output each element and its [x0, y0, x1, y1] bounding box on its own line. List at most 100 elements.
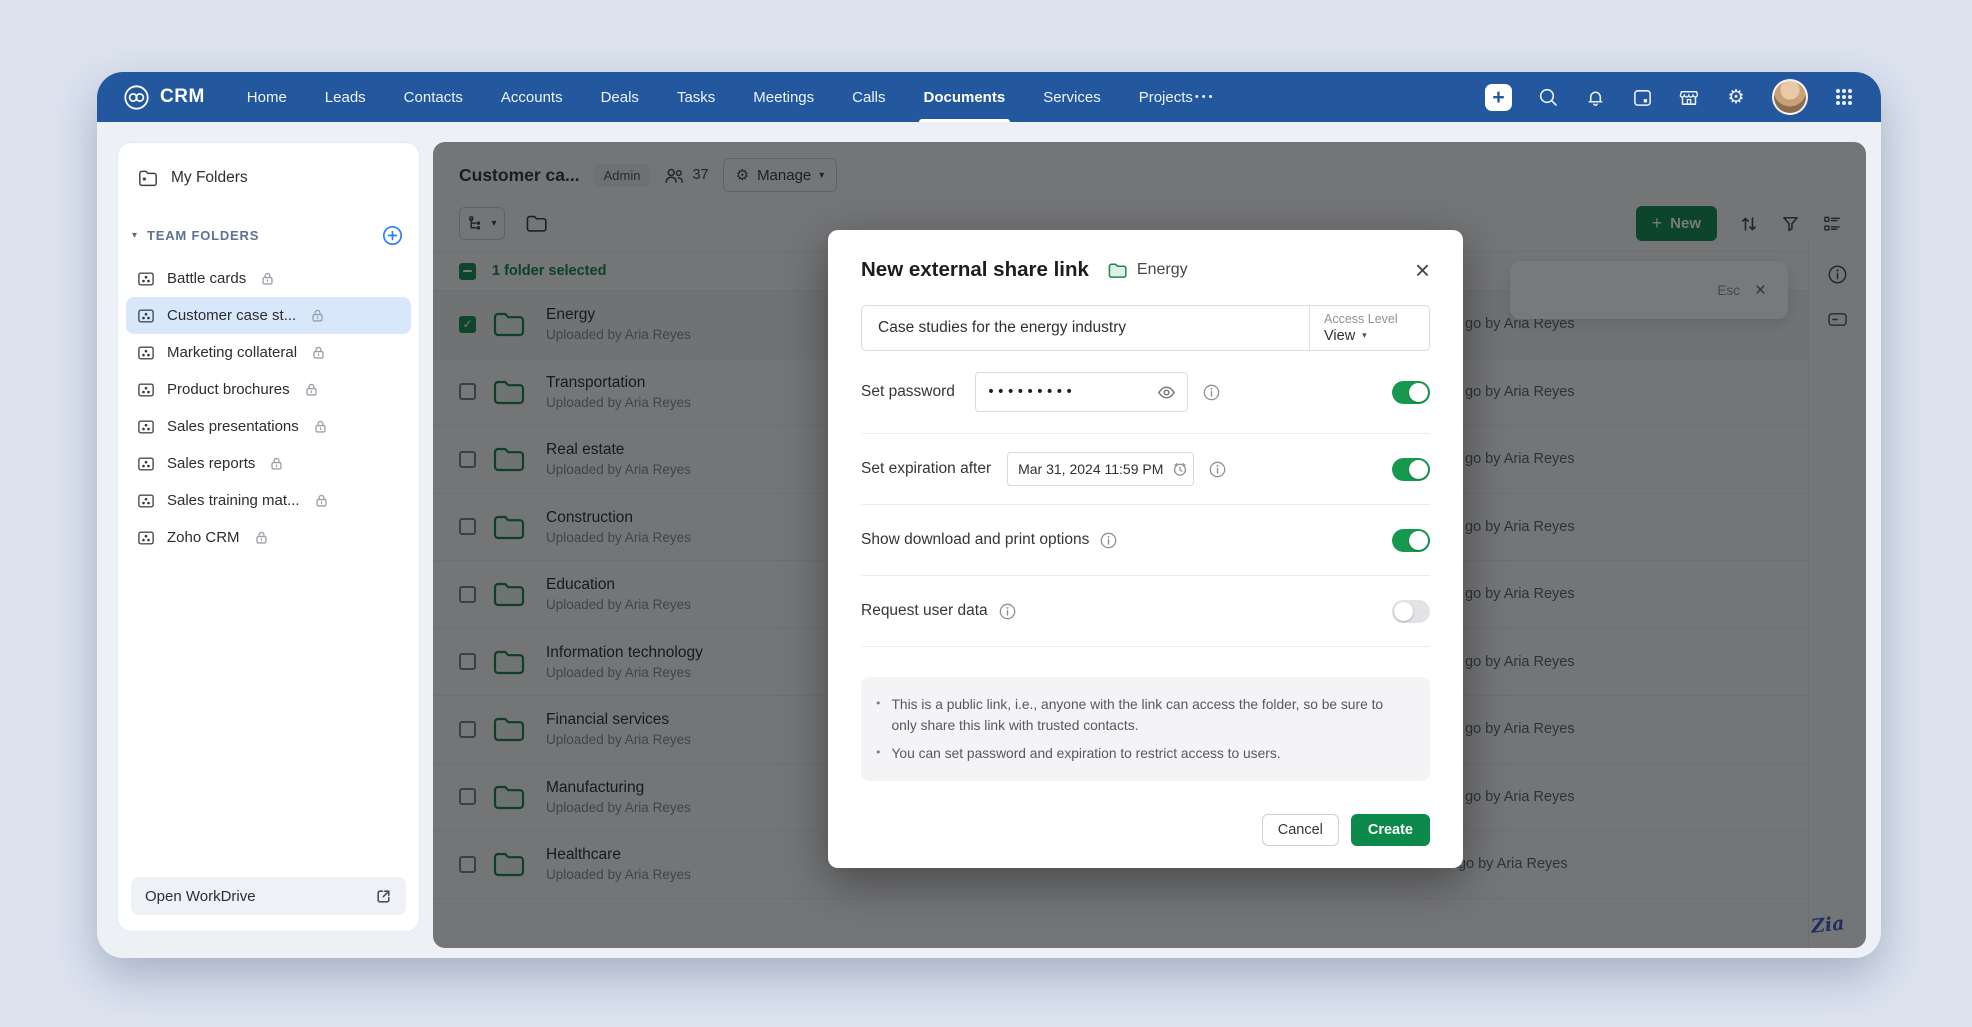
download-options-toggle[interactable]	[1392, 528, 1430, 552]
nav-item-meetings[interactable]: Meetings	[753, 72, 814, 122]
public-link-notes: • This is a public link, i.e., anyone wi…	[861, 677, 1430, 782]
nav-right-icons: + ⚙	[1485, 79, 1855, 115]
settings-gear-icon[interactable]: ⚙	[1725, 86, 1747, 108]
nav-item-contacts[interactable]: Contacts	[404, 72, 463, 122]
team-folder-icon	[138, 531, 154, 544]
request-user-data-row: Request user data	[861, 576, 1430, 647]
request-user-data-info-icon[interactable]	[999, 603, 1016, 620]
nav-item-accounts[interactable]: Accounts	[501, 72, 563, 122]
download-info-icon[interactable]	[1100, 532, 1117, 549]
set-expiration-row: Set expiration after Mar 31, 2024 11:59 …	[861, 434, 1430, 505]
nav-item-projects[interactable]: Projects	[1139, 72, 1193, 122]
sidebar-item[interactable]: Marketing collateral	[126, 334, 411, 371]
set-password-row: Set password •••••••••	[861, 351, 1430, 434]
nav-item-calls[interactable]: Calls	[852, 72, 885, 122]
nav-item-home[interactable]: Home	[247, 72, 287, 122]
top-navbar: CRM Home Leads Contacts Accounts Deals Tasks M…	[97, 72, 1881, 122]
team-folder-icon	[138, 346, 154, 359]
modal-title: New external share link	[861, 258, 1089, 281]
alarm-clock-icon	[1172, 461, 1188, 477]
sidebar-item[interactable]: Customer case st...	[126, 297, 411, 334]
password-info-icon[interactable]	[1203, 384, 1220, 401]
zoho-crm-logo: CRM	[123, 84, 205, 111]
sidebar-item[interactable]: Sales training mat...	[126, 482, 411, 519]
team-folder-icon	[138, 494, 154, 507]
notifications-bell-icon[interactable]	[1584, 86, 1606, 108]
sidebar-item[interactable]: Sales reports	[126, 445, 411, 482]
modal-footer: Cancel Create	[861, 814, 1430, 847]
password-field[interactable]: •••••••••	[974, 372, 1188, 412]
access-level-value: View	[1324, 328, 1356, 344]
screen: CRM Home Leads Contacts Accounts Deals Tasks M…	[0, 0, 1972, 1027]
quick-create-button[interactable]: +	[1485, 83, 1512, 111]
new-external-share-link-modal: New external share link Energy × Access …	[828, 230, 1463, 868]
lock-icon	[315, 494, 327, 507]
show-password-eye-icon[interactable]	[1157, 385, 1176, 400]
nav-item-tasks[interactable]: Tasks	[677, 72, 715, 122]
nav-item-services[interactable]: Services	[1043, 72, 1101, 122]
access-level-label: Access Level	[1324, 312, 1398, 326]
access-caret-icon: ▾	[1362, 331, 1367, 341]
calendar-icon[interactable]	[1631, 86, 1653, 108]
search-icon[interactable]	[1537, 86, 1559, 108]
sidebar-item-label: Sales presentations	[167, 418, 299, 435]
nav-menu: Home Leads Contacts Accounts Deals Tasks Meeti…	[247, 72, 1193, 122]
sidebar-item[interactable]: Zoho CRM	[126, 519, 411, 556]
note-text: This is a public link, i.e., anyone with…	[891, 697, 1384, 734]
open-workdrive-button[interactable]: Open WorkDrive	[131, 877, 406, 915]
lock-icon	[255, 531, 267, 544]
bullet-icon: •	[875, 745, 882, 759]
nav-item-leads[interactable]: Leads	[325, 72, 366, 122]
user-avatar[interactable]	[1772, 79, 1808, 115]
lock-icon	[305, 383, 317, 396]
external-link-icon	[375, 888, 392, 905]
nav-more-button[interactable]: •••	[1195, 91, 1216, 103]
sidebar-item-label: Product brochures	[167, 381, 290, 398]
folder-icon	[1108, 263, 1127, 278]
app-grid-icon[interactable]	[1833, 86, 1855, 108]
folders-sidebar: My Folders ▾ TEAM FOLDERS Battle cards Cu…	[117, 142, 420, 932]
zoho-logo-icon	[124, 84, 149, 110]
team-folder-icon	[138, 272, 154, 285]
marketplace-icon[interactable]	[1678, 86, 1700, 108]
access-level-dropdown[interactable]: Access Level View ▾	[1309, 306, 1429, 350]
expiration-toggle[interactable]	[1392, 457, 1430, 481]
lock-icon	[312, 309, 323, 322]
sidebar-item-label: Customer case st...	[167, 307, 297, 324]
create-button[interactable]: Create	[1350, 814, 1430, 847]
sidebar-item[interactable]: Product brochures	[126, 371, 411, 408]
link-name-input[interactable]	[862, 306, 1309, 350]
collapse-caret-icon[interactable]: ▾	[132, 230, 137, 241]
add-team-folder-icon[interactable]	[382, 225, 403, 246]
modal-folder-name: Energy	[1136, 261, 1188, 278]
password-toggle[interactable]	[1392, 380, 1430, 404]
close-icon[interactable]: ×	[1415, 257, 1430, 283]
app-title: CRM	[160, 86, 205, 107]
team-folder-icon	[138, 420, 154, 433]
expiration-date-value: Mar 31, 2024 11:59 PM	[1018, 461, 1164, 477]
cancel-button[interactable]: Cancel	[1261, 814, 1339, 847]
download-options-row: Show download and print options	[861, 505, 1430, 576]
team-folders-label: TEAM FOLDERS	[147, 228, 260, 243]
modal-folder-chip: Energy	[1107, 261, 1188, 279]
team-folders-header: ▾ TEAM FOLDERS	[118, 225, 419, 246]
expiration-date-field[interactable]: Mar 31, 2024 11:59 PM	[1007, 452, 1195, 486]
set-password-label: Set password	[861, 383, 955, 400]
my-folders-icon	[139, 170, 157, 187]
sidebar-item-my-folders[interactable]: My Folders	[118, 155, 419, 201]
nav-item-documents[interactable]: Documents	[918, 72, 1010, 122]
team-folder-icon	[138, 383, 154, 396]
team-folder-icon	[138, 457, 154, 470]
note-item: • This is a public link, i.e., anyone wi…	[875, 694, 1406, 737]
sidebar-item[interactable]: Battle cards	[126, 260, 411, 297]
nav-item-deals[interactable]: Deals	[601, 72, 639, 122]
lock-icon	[262, 272, 273, 285]
lock-icon	[271, 457, 283, 470]
expiration-info-icon[interactable]	[1209, 461, 1226, 478]
sidebar-item[interactable]: Sales presentations	[126, 408, 411, 445]
bullet-icon: •	[875, 697, 882, 710]
set-expiration-label: Set expiration after	[861, 460, 992, 477]
my-folders-label: My Folders	[171, 169, 248, 186]
request-user-data-toggle[interactable]	[1392, 599, 1430, 623]
note-item: • You can set password and expiration to…	[875, 743, 1406, 764]
